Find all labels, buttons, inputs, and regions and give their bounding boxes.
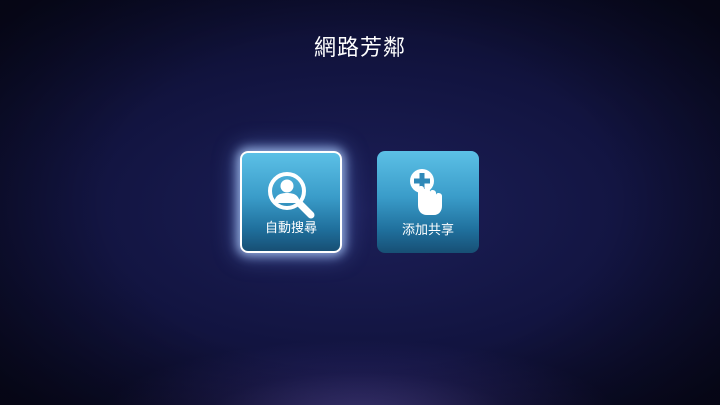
- add-share-button[interactable]: 添加共享: [377, 151, 479, 253]
- hand-add-icon: [410, 169, 442, 215]
- page-title: 網路芳鄰: [313, 36, 406, 61]
- add-share-label: 添加共享: [401, 223, 454, 238]
- auto-search-label: 自動搜尋: [264, 221, 317, 236]
- user-search-icon: [268, 172, 315, 219]
- auto-search-button[interactable]: 自動搜尋: [240, 151, 342, 253]
